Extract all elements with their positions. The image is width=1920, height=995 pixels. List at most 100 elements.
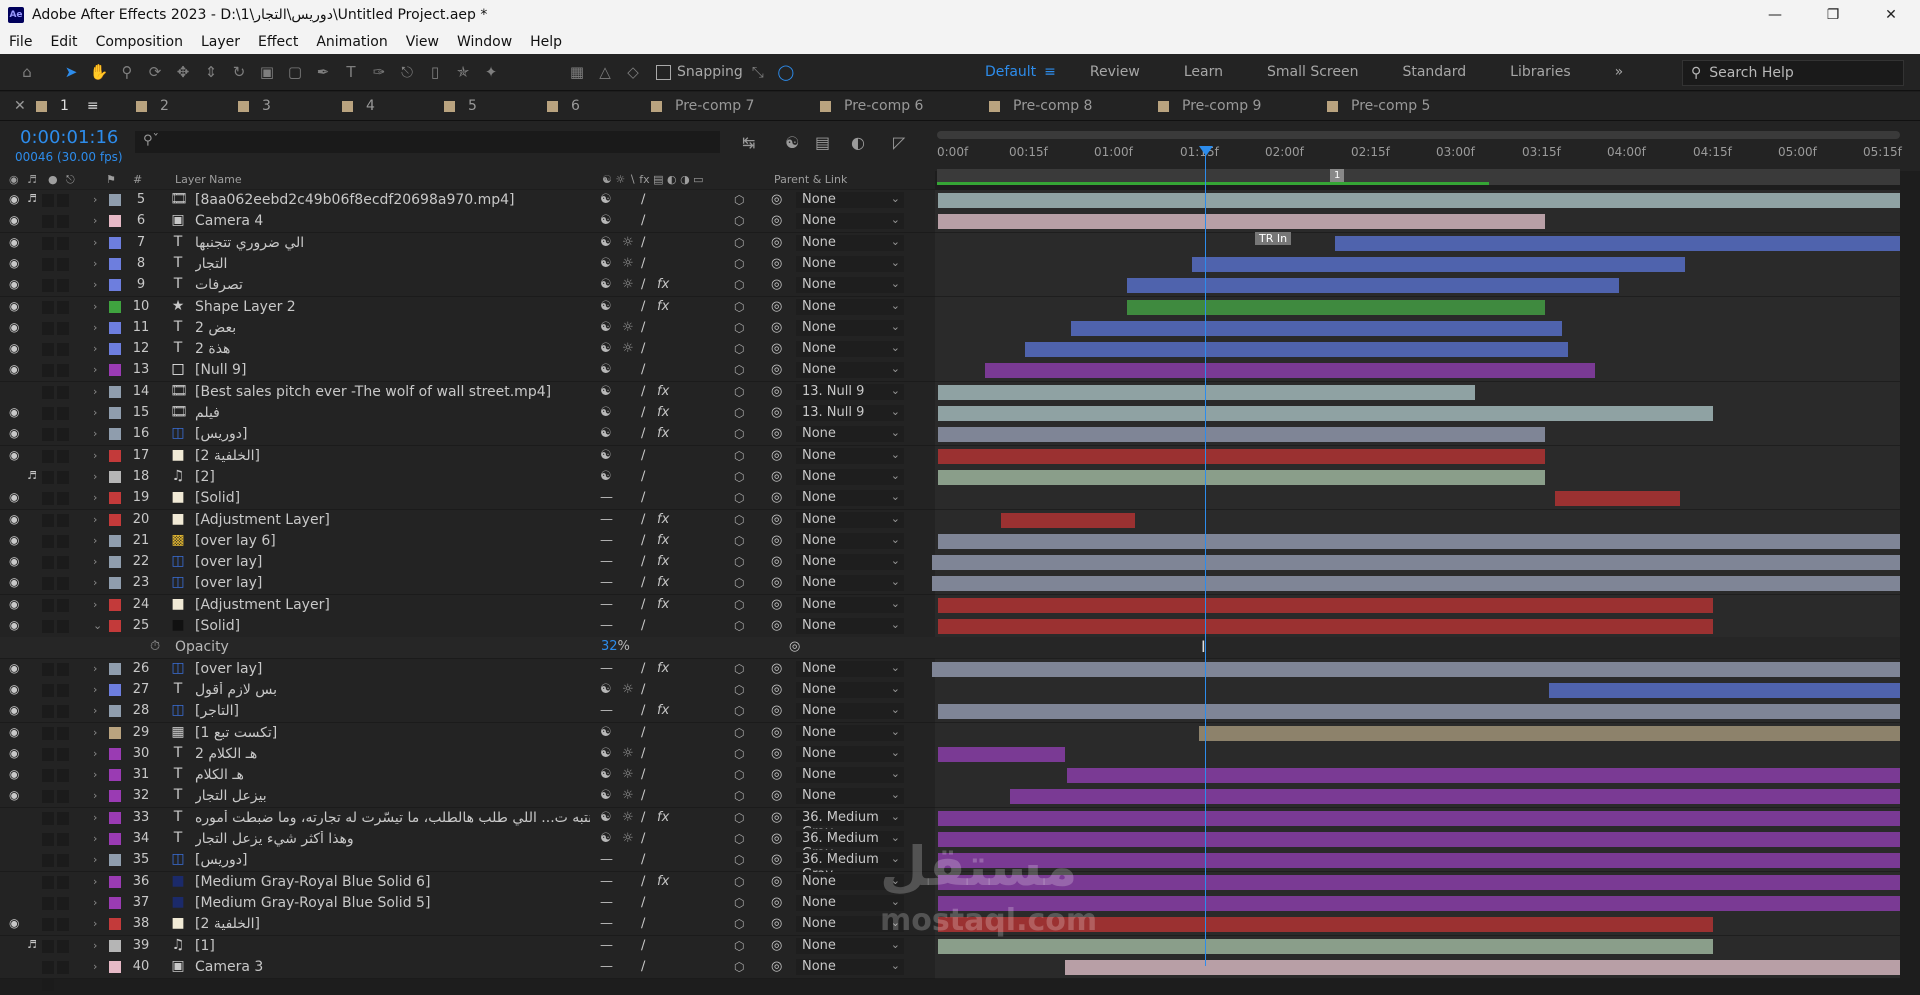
snapping-checkbox[interactable] bbox=[656, 64, 671, 80]
pickwhip-icon[interactable]: ◎ bbox=[771, 426, 782, 441]
tab-2[interactable]: 2 bbox=[136, 98, 169, 114]
hand-tool-icon[interactable]: ✋ bbox=[86, 59, 112, 85]
roto-brush-icon[interactable]: ✯ bbox=[450, 59, 476, 85]
pickwhip-icon[interactable]: ◎ bbox=[771, 895, 782, 910]
layer-name[interactable]: [over lay] bbox=[195, 661, 262, 677]
visibility-eye-icon[interactable]: ◉ bbox=[9, 490, 19, 504]
rectangle-tool-icon[interactable]: ▢ bbox=[282, 59, 308, 85]
parent-dropdown[interactable]: 36. Medium Gray⌄ bbox=[796, 809, 904, 840]
quality-switch-icon[interactable]: ∕ bbox=[641, 831, 645, 846]
layer-row[interactable]: ◉ › 22 ◫ [over lay] — ∕ fx ⬡ ◎ None ⌄ bbox=[0, 552, 935, 587]
shy-switch-icon[interactable]: — bbox=[600, 533, 613, 548]
visibility-eye-icon[interactable]: ◉ bbox=[9, 213, 19, 227]
comp-mini-flowchart-icon[interactable]: ↹ bbox=[742, 133, 755, 152]
shy-switch-icon[interactable]: ☯ bbox=[600, 341, 612, 356]
layer-row[interactable]: ◉ › 30 T هـ الكلام 2 ☯ ☼ ∕ ⬡ ◎ None ⌄ bbox=[0, 743, 935, 778]
opacity-number[interactable]: 32 bbox=[601, 639, 618, 654]
collapse-switch-icon[interactable]: ☼ bbox=[622, 682, 634, 697]
layer-row[interactable]: › 36 ■ [Medium Gray-Royal Blue Solid 6] — ∕ fx… bbox=[0, 871, 935, 906]
visibility-eye-icon[interactable]: ◉ bbox=[9, 746, 19, 760]
layer-row[interactable]: ◉ › 8 T التجار ☯ ☼ ∕ ⬡ ◎ None ⌄ bbox=[0, 253, 935, 288]
axis-view-icon[interactable]: ◇ bbox=[620, 59, 646, 85]
zoom-tool-icon[interactable]: ⚲ bbox=[114, 59, 140, 85]
shy-switch-icon[interactable]: ☯ bbox=[600, 682, 612, 697]
collapse-switch-icon[interactable]: ☼ bbox=[622, 256, 634, 271]
layer-duration-bar[interactable] bbox=[1067, 768, 1900, 784]
expand-twirl-icon[interactable]: › bbox=[93, 342, 97, 355]
layer-duration-bar[interactable] bbox=[938, 746, 1065, 762]
visibility-eye-icon[interactable]: ◉ bbox=[9, 235, 19, 249]
3d-layer-icon[interactable]: ⬡ bbox=[734, 662, 744, 676]
tab-3[interactable]: 3 bbox=[238, 98, 271, 114]
layer-search-input[interactable]: ⚲ˇ bbox=[135, 131, 720, 153]
layer-row[interactable]: ◉ ⌄ 25 ■ [Solid] — ∕ ⬡ ◎ None ⌄ bbox=[0, 616, 935, 650]
menu-animation[interactable]: Animation bbox=[307, 34, 396, 50]
expand-twirl-icon[interactable]: › bbox=[93, 214, 97, 227]
shy-switch-icon[interactable]: — bbox=[600, 554, 613, 569]
layer-duration-bar[interactable] bbox=[1065, 959, 1900, 975]
label-color-swatch[interactable] bbox=[109, 598, 121, 611]
pickwhip-icon[interactable]: ◎ bbox=[771, 448, 782, 463]
layer-row[interactable]: › 40 ▣ Camera 3— ∕ ⬡ ◎ None ⌄ bbox=[0, 956, 935, 991]
track-row[interactable] bbox=[935, 807, 1900, 830]
solo-lock-switches[interactable] bbox=[42, 790, 86, 821]
expand-twirl-icon[interactable]: › bbox=[93, 789, 97, 802]
layer-duration-bar[interactable] bbox=[938, 448, 1545, 464]
solo-lock-switches[interactable] bbox=[42, 215, 86, 246]
visibility-eye-icon[interactable]: ◉ bbox=[9, 277, 19, 291]
shy-switch-icon[interactable]: ☯ bbox=[600, 320, 612, 335]
layer-duration-bar[interactable] bbox=[1199, 725, 1900, 741]
solo-lock-switches[interactable] bbox=[42, 343, 86, 374]
label-color-swatch[interactable] bbox=[109, 407, 121, 419]
parent-dropdown[interactable]: None ⌄ bbox=[796, 298, 904, 315]
expand-twirl-icon[interactable]: › bbox=[93, 236, 97, 249]
parent-dropdown[interactable]: None ⌄ bbox=[796, 447, 904, 464]
pickwhip-icon[interactable]: ◎ bbox=[771, 533, 782, 548]
pickwhip-icon[interactable]: ◎ bbox=[771, 277, 782, 292]
tab-6[interactable]: 6 bbox=[547, 98, 580, 114]
pickwhip-icon[interactable]: ◎ bbox=[771, 405, 782, 420]
layer-row[interactable]: ◉ › 17 ■ [الخلفية 2] ☯ ∕ ⬡ ◎ None ⌄ bbox=[0, 445, 935, 480]
label-color-swatch[interactable] bbox=[109, 833, 121, 845]
effects-switch-icon[interactable]: fx bbox=[657, 874, 669, 889]
tab-5[interactable]: 5 bbox=[444, 98, 477, 114]
layer-name[interactable]: بيزعل التجار bbox=[195, 788, 267, 804]
layer-row[interactable]: ◉ › 20 ■ [Adjustment Layer] — ∕ fx ⬡ ◎ None ⌄ bbox=[0, 509, 935, 544]
layer-row[interactable]: ♬ › 39 ♫ [1] — ∕ ⬡ ◎ None ⌄ bbox=[0, 935, 935, 970]
solo-lock-switches[interactable] bbox=[42, 598, 86, 629]
layer-row[interactable]: ◉ › 11 T بعض 2 ☯ ☼ ∕ ⬡ ◎ None ⌄ bbox=[0, 317, 935, 352]
label-color-swatch[interactable] bbox=[109, 279, 121, 292]
shy-switch-icon[interactable]: — bbox=[600, 874, 613, 889]
collapse-switch-icon[interactable]: ☼ bbox=[622, 788, 634, 803]
visibility-eye-icon[interactable]: ◉ bbox=[9, 320, 19, 334]
pickwhip-icon[interactable]: ◎ bbox=[771, 213, 782, 228]
shy-switch-icon[interactable]: ☯ bbox=[600, 277, 612, 292]
visibility-eye-icon[interactable]: ◉ bbox=[9, 341, 19, 355]
layer-row[interactable]: › 14 🎞 [Best sales pitch ever -The wolf of … bbox=[0, 381, 935, 416]
puppet-tool-icon[interactable]: ✦ bbox=[478, 59, 504, 85]
layer-name[interactable]: [8aa062eebd2c49b06f8ecdf20698a970.mp4] bbox=[195, 192, 515, 208]
solo-lock-switches[interactable] bbox=[42, 513, 86, 544]
track-row[interactable] bbox=[935, 935, 1900, 958]
visibility-eye-icon[interactable]: ◉ bbox=[9, 426, 19, 440]
clone-stamp-icon[interactable]: ⎋ bbox=[394, 59, 420, 85]
shy-switch-icon[interactable]: ☯ bbox=[600, 810, 612, 825]
layer-name[interactable]: Camera 3 bbox=[195, 959, 263, 975]
track-row[interactable] bbox=[932, 552, 1900, 575]
tab-pre-comp-9[interactable]: Pre-comp 9 bbox=[1158, 98, 1261, 114]
layer-name[interactable]: [1] bbox=[195, 938, 215, 954]
expand-twirl-icon[interactable]: › bbox=[93, 939, 97, 952]
label-color-swatch[interactable] bbox=[109, 300, 121, 313]
3d-layer-icon[interactable]: ⬡ bbox=[734, 342, 744, 356]
menu-layer[interactable]: Layer bbox=[192, 34, 249, 50]
track-row[interactable] bbox=[935, 850, 1900, 873]
parent-dropdown[interactable]: None ⌄ bbox=[796, 724, 904, 741]
parent-dropdown[interactable]: None ⌄ bbox=[796, 660, 904, 677]
expand-twirl-icon[interactable]: › bbox=[93, 662, 97, 675]
3d-layer-icon[interactable]: ⬡ bbox=[734, 193, 744, 207]
3d-layer-icon[interactable]: ⬡ bbox=[734, 896, 744, 910]
effects-switch-icon[interactable]: fx bbox=[657, 597, 669, 612]
3d-layer-icon[interactable]: ⬡ bbox=[734, 278, 744, 292]
visibility-eye-icon[interactable]: ◉ bbox=[9, 725, 19, 739]
parent-dropdown[interactable]: None ⌄ bbox=[796, 277, 904, 294]
